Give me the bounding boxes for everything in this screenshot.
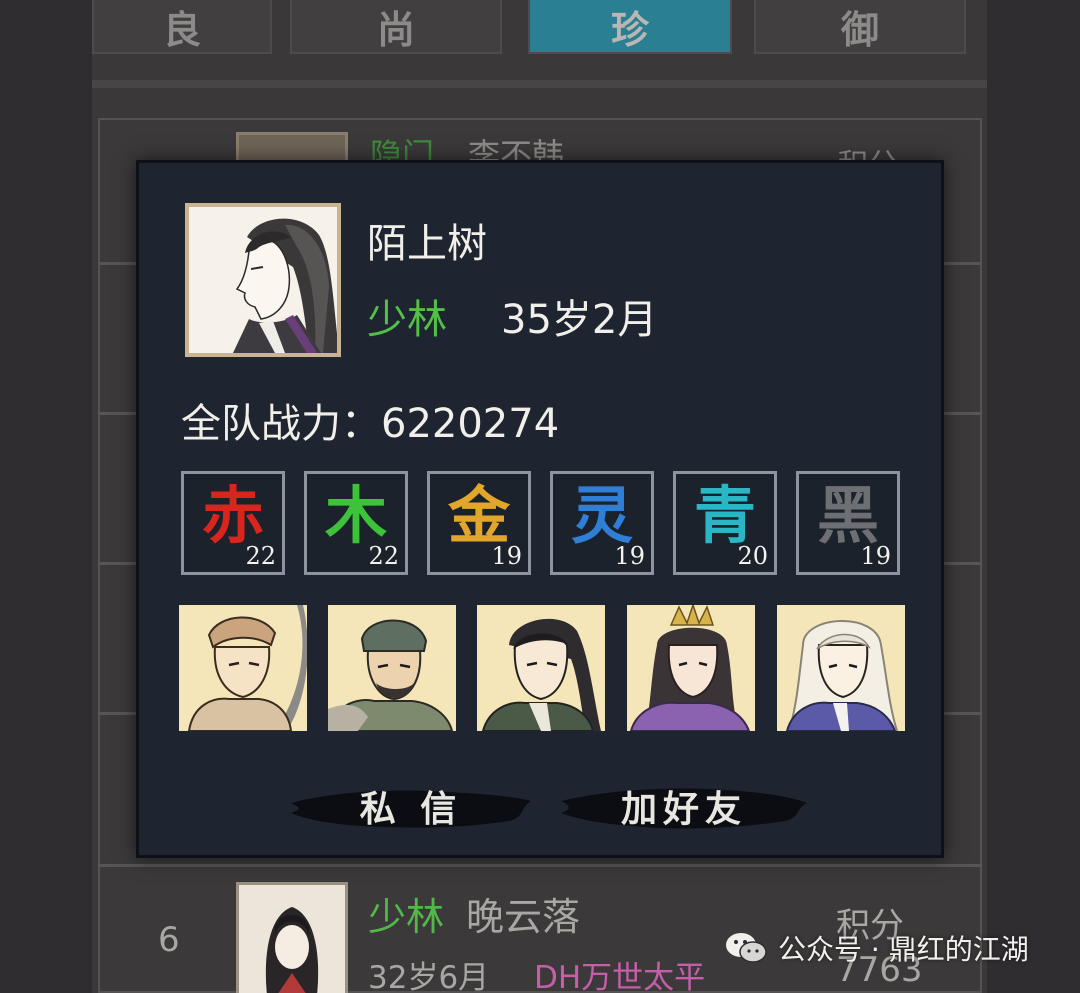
private-message-button[interactable]: 私 信 [289,773,533,839]
list-guild-name: DH万世太平 [534,960,706,993]
team-member[interactable] [328,605,456,731]
list-player-age: 32岁6月 [368,960,490,993]
hero-bearded-icon [328,605,456,731]
watermark: 公众号 · 鼎红的江湖 [724,928,1029,968]
team-member[interactable] [777,605,905,731]
tab-zhen[interactable]: 珍 [528,0,732,54]
rank-tabs: 良 尚 珍 御 [92,0,987,60]
player-profile-dialog: 陌上树 少林 35岁2月 全队战力：6220274 赤 22 木 22 金 19… [136,160,944,858]
wechat-icon [726,933,767,963]
element-level: 22 [368,542,399,570]
player-portrait [185,203,341,357]
list-faction: 少林 [368,895,445,939]
team-member[interactable] [627,605,755,731]
element-level: 19 [860,542,891,570]
player-faction: 少林 [367,297,447,343]
add-friend-label: 加好友 [620,788,747,830]
player-age: 35岁2月 [501,297,658,343]
team-lineup [179,605,907,733]
tab-liang[interactable]: 良 [92,0,272,54]
element-ling[interactable]: 灵 19 [550,471,654,575]
list-player-name: 晚云落 [466,895,581,939]
list-avatar[interactable] [236,882,348,993]
team-member[interactable] [477,605,605,731]
player-portrait-icon [189,207,337,353]
element-qing[interactable]: 青 20 [673,471,777,575]
team-power-value: 6220274 [381,401,560,447]
row-divider [98,864,982,867]
add-friend-button[interactable]: 加好友 [559,773,809,839]
game-screen: 良 尚 珍 御 隐门 李不韩 积分 6 少林 晚云落 32岁6月 DH万世太平 … [0,0,1080,993]
element-jin[interactable]: 金 19 [427,471,531,575]
tab-shang[interactable]: 尚 [290,0,502,54]
hero-fur-hat-icon [179,605,307,731]
element-level: 20 [737,542,768,570]
list-rank: 6 [158,920,180,960]
player-portrait-icon [239,885,345,993]
element-hei[interactable]: 黑 19 [796,471,900,575]
tab-yu[interactable]: 御 [754,0,966,54]
element-levels: 赤 22 木 22 金 19 灵 19 青 20 黑 19 [181,471,903,577]
team-power-label: 全队战力： [181,401,381,447]
private-message-label: 私 信 [359,788,463,830]
hero-white-hair-icon [777,605,905,731]
element-level: 19 [614,542,645,570]
watermark-text: 公众号 · 鼎红的江湖 [778,933,1029,966]
element-mu[interactable]: 木 22 [304,471,408,575]
element-chi[interactable]: 赤 22 [181,471,285,575]
team-member[interactable] [179,605,307,731]
hero-crowned-lady-icon [627,605,755,731]
element-level: 19 [491,542,522,570]
team-power: 全队战力：6220274 [181,391,559,449]
element-level: 22 [245,542,276,570]
tab-divider [92,80,987,88]
player-name: 陌上树 [367,221,487,267]
hero-ponytail-icon [477,605,605,731]
